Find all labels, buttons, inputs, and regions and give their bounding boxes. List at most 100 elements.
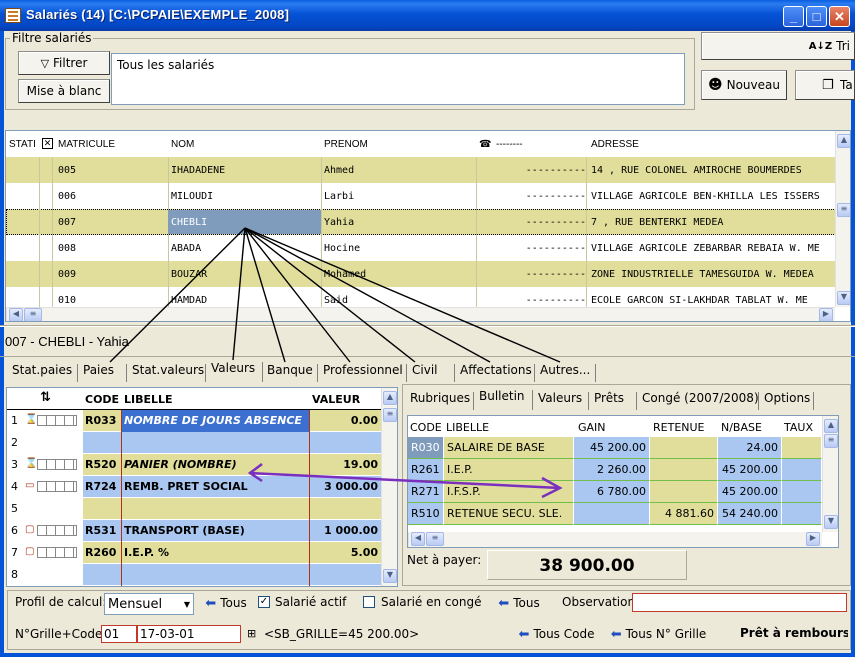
scroll-left-icon[interactable]: ◀ bbox=[9, 308, 23, 321]
select-all-checkbox[interactable]: ✕ bbox=[42, 138, 53, 149]
scroll-thumb[interactable]: ≡ bbox=[824, 434, 838, 448]
hscroll-thumb[interactable]: ≡ bbox=[24, 308, 42, 321]
tous-code-button[interactable]: ⬅ Tous Code bbox=[510, 624, 603, 644]
bulletin-vscroll[interactable]: ▲ ≡ ▼ bbox=[822, 416, 838, 532]
tous-label: Tous bbox=[513, 596, 540, 610]
profil-select[interactable]: Mensuel ▼ bbox=[104, 593, 194, 615]
splitter[interactable] bbox=[0, 325, 855, 327]
tab-sep bbox=[205, 364, 206, 382]
new-button[interactable]: ☻ Nouveau bbox=[701, 70, 787, 100]
values-row[interactable]: 6 ▢ R531 TRANSPORT (BASE) 1 000.00 bbox=[7, 520, 381, 542]
bulletin-grid[interactable]: CODE LIBELLE GAIN RETENUE N/BASE TAUX R0… bbox=[407, 415, 839, 548]
salarie-conge-checkbox[interactable] bbox=[363, 596, 375, 608]
rtab-conge[interactable]: Congé (2007/2008) bbox=[640, 391, 759, 405]
employees-vscroll[interactable]: ▲ ≡ ▼ bbox=[835, 131, 850, 307]
scroll-thumb[interactable]: ≡ bbox=[837, 203, 850, 217]
values-row[interactable]: 4 ▭ R724 REMB. PRET SOCIAL 3 000.00 bbox=[7, 476, 381, 498]
close-button[interactable]: ✕ bbox=[829, 6, 850, 27]
values-grid[interactable]: ⇅ CODE LIBELLE VALEUR 1 ⌛ R033 NOMBRE DE JO… bbox=[6, 387, 398, 587]
employees-grid[interactable]: STATI ✕ MATRICULE NOM PRENOM ☎ -------- … bbox=[5, 130, 851, 322]
hscroll-thumb[interactable]: ≡ bbox=[426, 532, 444, 546]
grille-num-field[interactable]: 01 bbox=[101, 625, 137, 643]
tab-stat-valeurs[interactable]: Stat.valeurs bbox=[130, 363, 204, 377]
sort-button[interactable]: A↓Z Tri bbox=[701, 32, 855, 60]
table-button[interactable]: ❐ Ta bbox=[795, 70, 855, 100]
salarie-actif-label: Salarié actif bbox=[275, 595, 347, 609]
cell-code bbox=[83, 564, 121, 586]
maximize-button[interactable]: □ bbox=[806, 6, 827, 27]
rtab-options[interactable]: Options bbox=[762, 391, 810, 405]
values-row[interactable]: 2 bbox=[7, 432, 381, 454]
tab-autres[interactable]: Autres... bbox=[538, 363, 590, 377]
bulletin-row[interactable]: R261 I.E.P. 2 260.00 45 200.00 bbox=[408, 459, 824, 481]
title-bar[interactable]: Salariés (14) [C:\PCPAIE\EXEMPLE_2008] _… bbox=[0, 0, 855, 31]
cell-gain: 6 780.00 bbox=[574, 481, 650, 503]
tab-stat-paies[interactable]: Stat.paies bbox=[10, 363, 72, 377]
tab-valeurs[interactable]: Valeurs bbox=[208, 361, 259, 375]
employee-row[interactable]: 008 ABADA Hocine ---------- VILLAGE AGRICOLE… bbox=[6, 235, 836, 261]
chevron-down-icon[interactable]: ▼ bbox=[184, 600, 190, 609]
tab-banque[interactable]: Banque bbox=[265, 363, 313, 377]
cell-valeur: 3 000.00 bbox=[324, 480, 378, 493]
tab-paies[interactable]: Paies bbox=[81, 363, 114, 377]
observation-field[interactable] bbox=[632, 593, 847, 612]
scroll-up-icon[interactable]: ▲ bbox=[837, 134, 850, 148]
bulletin-row[interactable]: R030 SALAIRE DE BASE 45 200.00 24.00 bbox=[408, 437, 824, 459]
scroll-right-icon[interactable]: ▶ bbox=[806, 532, 820, 546]
scroll-right-icon[interactable]: ▶ bbox=[819, 308, 833, 321]
observation-label: Observation: bbox=[562, 595, 640, 609]
cell-nom: ABADA bbox=[171, 243, 202, 254]
grid-lookup-icon[interactable]: ⊞ bbox=[247, 627, 256, 640]
tab-affectations[interactable]: Affectations bbox=[458, 363, 532, 377]
cell-matricule: 009 bbox=[58, 269, 77, 280]
bulletin-hscroll[interactable]: ◀ ≡ ▶ bbox=[408, 532, 822, 547]
employees-hscroll[interactable]: ◀ ≡ ▶ bbox=[6, 307, 835, 321]
right-tabs: Rubriques Bulletin Valeurs Prêts Congé (… bbox=[405, 387, 845, 411]
filter-button[interactable]: ▽ Filtrer bbox=[18, 51, 110, 75]
rtab-prets[interactable]: Prêts bbox=[592, 391, 624, 405]
rtab-bulletin[interactable]: Bulletin bbox=[477, 389, 525, 403]
scroll-left-icon[interactable]: ◀ bbox=[411, 532, 425, 546]
cell-adresse: VILLAGE AGRICOLE BEN-KHILLA LES ISSERS bbox=[591, 191, 820, 202]
values-row[interactable]: 7 ▢ R260 I.E.P. % 5.00 bbox=[7, 542, 381, 564]
scroll-down-icon[interactable]: ▼ bbox=[824, 515, 838, 529]
values-row[interactable]: 3 ⌛ R520 PANIER (NOMBRE) 19.00 bbox=[7, 454, 381, 476]
bulletin-row[interactable]: R510 RETENUE SECU. SLE. 4 881.60 54 240.00 bbox=[408, 503, 824, 525]
rtab-valeurs[interactable]: Valeurs bbox=[536, 391, 582, 405]
cell-prenom: Said bbox=[324, 295, 349, 306]
window-title: Salariés (14) [C:\PCPAIE\EXEMPLE_2008] bbox=[26, 7, 290, 22]
scroll-down-icon[interactable]: ▼ bbox=[383, 569, 397, 583]
employee-row[interactable]: 007 CHEBLI Yahia ---------- 7 , RUE BENTERKI… bbox=[6, 209, 836, 235]
cell-adresse: 14 , RUE COLONEL AMIROCHE BOUMERDES bbox=[591, 165, 802, 176]
filter-value-field[interactable]: Tous les salariés bbox=[111, 53, 685, 105]
tab-professionnel[interactable]: Professionnel bbox=[321, 363, 403, 377]
cell-valeur bbox=[309, 432, 381, 454]
values-vscroll[interactable]: ▲ ≡ ▼ bbox=[381, 388, 397, 586]
employee-row[interactable]: 006 MILOUDI Larbi ---------- VILLAGE AGRICOL… bbox=[6, 183, 836, 209]
reset-button[interactable]: Mise à blanc bbox=[18, 79, 110, 103]
cell-retenue bbox=[650, 459, 718, 481]
scroll-up-icon[interactable]: ▲ bbox=[824, 419, 838, 433]
sort-arrows-icon[interactable]: ⇅ bbox=[40, 390, 51, 405]
scroll-down-icon[interactable]: ▼ bbox=[837, 291, 850, 305]
cell-taux bbox=[782, 437, 822, 459]
tous-button-2[interactable]: ⬅ Tous bbox=[492, 593, 546, 613]
salarie-actif-checkbox[interactable]: ✓ bbox=[258, 596, 270, 608]
scroll-up-icon[interactable]: ▲ bbox=[383, 391, 397, 405]
cell-tel: ---------- bbox=[525, 243, 586, 254]
values-row[interactable]: 5 bbox=[7, 498, 381, 520]
values-row[interactable]: 8 bbox=[7, 564, 381, 586]
minimize-button[interactable]: _ bbox=[783, 6, 804, 27]
bulletin-row[interactable]: R271 I.F.S.P. 6 780.00 45 200.00 bbox=[408, 481, 824, 503]
tab-sep bbox=[406, 364, 407, 382]
rtab-rubriques[interactable]: Rubriques bbox=[408, 391, 470, 405]
sort-button-label: Tri bbox=[836, 39, 850, 53]
scroll-thumb[interactable]: ≡ bbox=[383, 408, 397, 422]
tous-grille-button[interactable]: ⬅ Tous N° Grille bbox=[605, 624, 712, 644]
tab-civil[interactable]: Civil bbox=[410, 363, 437, 377]
employee-row[interactable]: 009 BOUZAR Mohamed ---------- ZONE INDUSTRIE… bbox=[6, 261, 836, 287]
grille-code-field[interactable]: 17-03-01 bbox=[137, 625, 241, 643]
values-row[interactable]: 1 ⌛ R033 NOMBRE DE JOURS ABSENCE 0.00 bbox=[7, 410, 381, 432]
employee-row[interactable]: 005 IHADADENE Ahmed ---------- 14 , RUE COLO… bbox=[6, 157, 836, 183]
tous-button-1[interactable]: ⬅ Tous bbox=[199, 593, 253, 613]
